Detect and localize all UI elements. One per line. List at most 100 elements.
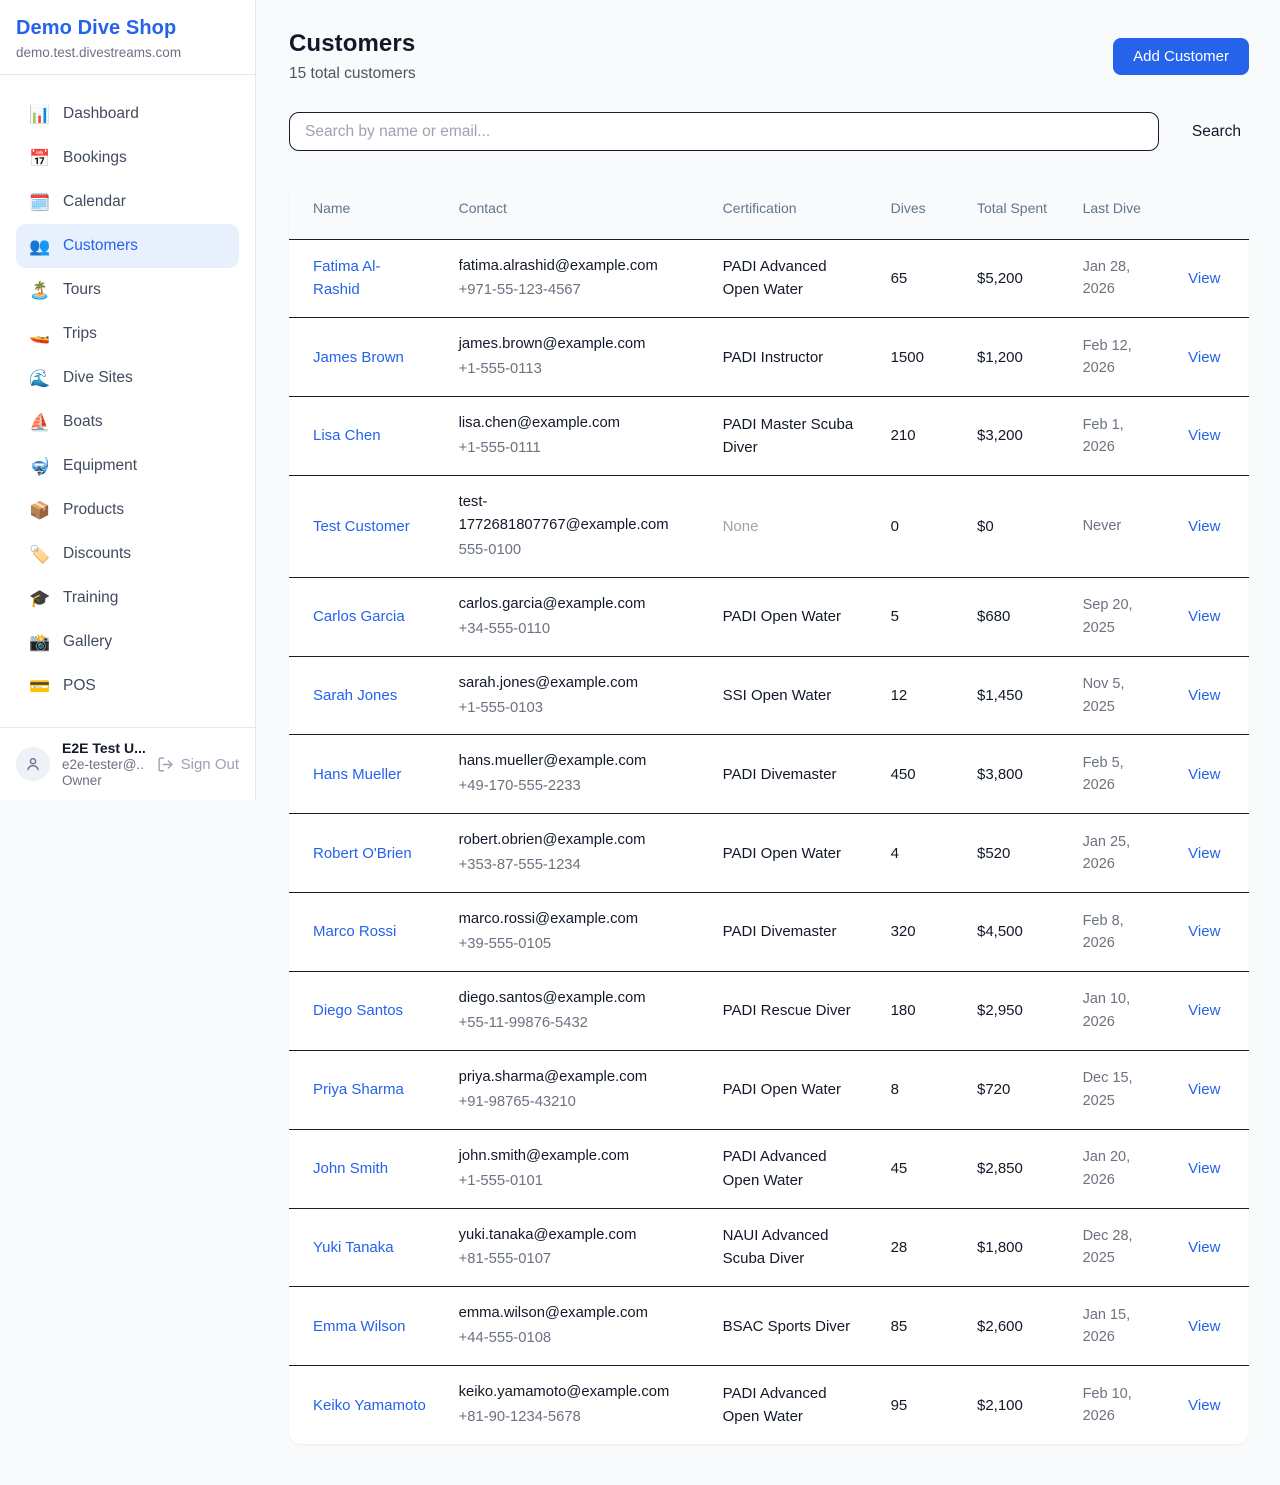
customer-name-link[interactable]: Carlos Garcia xyxy=(313,608,405,625)
table-row: Test Customer test-1772681807767@example… xyxy=(289,476,1249,578)
sidebar-item-tours[interactable]: 🏝️ Tours xyxy=(16,268,239,312)
customer-name-link[interactable]: Yuki Tanaka xyxy=(313,1239,394,1256)
customer-name-link[interactable]: Test Customer xyxy=(313,518,410,535)
customer-dives: 8 xyxy=(875,1050,961,1129)
customer-phone: 555-0100 xyxy=(459,539,691,562)
view-link[interactable]: View xyxy=(1188,766,1220,783)
sign-out-label: Sign Out xyxy=(181,756,239,773)
view-link[interactable]: View xyxy=(1188,427,1220,444)
sidebar-item-equipment[interactable]: 🤿 Equipment xyxy=(16,444,239,488)
customer-certification: SSI Open Water xyxy=(707,656,875,735)
sidebar-item-training[interactable]: 🎓 Training xyxy=(16,576,239,620)
customer-contact: keiko.yamamoto@example.com +81-90-1234-5… xyxy=(443,1366,707,1444)
main-content: Customers 15 total customers Add Custome… xyxy=(257,0,1280,1474)
sidebar-item-dive-sites[interactable]: 🌊 Dive Sites xyxy=(16,356,239,400)
sidebar-item-gallery[interactable]: 📸 Gallery xyxy=(16,620,239,664)
customer-phone: +39-555-0105 xyxy=(459,933,691,956)
customer-email: priya.sharma@example.com xyxy=(459,1066,691,1089)
table-row: Diego Santos diego.santos@example.com +5… xyxy=(289,972,1249,1051)
user-name: E2E Test U... xyxy=(62,740,145,756)
view-link[interactable]: View xyxy=(1188,270,1220,287)
search-button[interactable]: Search xyxy=(1184,123,1249,141)
sidebar-item-trips[interactable]: 🚤 Trips xyxy=(16,312,239,356)
table-row: Keiko Yamamoto keiko.yamamoto@example.co… xyxy=(289,1366,1249,1444)
add-customer-button[interactable]: Add Customer xyxy=(1113,38,1249,75)
view-link[interactable]: View xyxy=(1188,1081,1220,1098)
customer-certification: PADI Open Water xyxy=(707,814,875,893)
sidebar-user-section: E2E Test U... e2e-tester@... Owner Sign … xyxy=(0,727,255,800)
customer-phone: +49-170-555-2233 xyxy=(459,775,691,798)
customer-name-link[interactable]: Robert O'Brien xyxy=(313,845,412,862)
customer-name-link[interactable]: Fatima Al-Rashid xyxy=(313,258,381,298)
view-link[interactable]: View xyxy=(1188,845,1220,862)
customer-email: test-1772681807767@example.com xyxy=(459,491,691,537)
view-link[interactable]: View xyxy=(1188,349,1220,366)
customer-certification: BSAC Sports Diver xyxy=(707,1287,875,1366)
sign-out-button[interactable]: Sign Out xyxy=(157,756,239,773)
user-email: e2e-tester@... xyxy=(62,757,145,772)
customer-dives: 1500 xyxy=(875,318,961,397)
customer-name-link[interactable]: Lisa Chen xyxy=(313,427,381,444)
customer-email: emma.wilson@example.com xyxy=(459,1302,691,1325)
brand-domain: demo.test.divestreams.com xyxy=(16,45,239,60)
customer-certification: PADI Advanced Open Water xyxy=(707,1366,875,1444)
users-icon: 👥 xyxy=(29,238,51,255)
view-link[interactable]: View xyxy=(1188,1002,1220,1019)
customer-name-link[interactable]: John Smith xyxy=(313,1160,388,1177)
customer-dives: 450 xyxy=(875,735,961,814)
customer-name-link[interactable]: Priya Sharma xyxy=(313,1081,404,1098)
sidebar-item-customers[interactable]: 👥 Customers xyxy=(16,224,239,268)
sidebar-item-discounts[interactable]: 🏷️ Discounts xyxy=(16,532,239,576)
customer-email: sarah.jones@example.com xyxy=(459,672,691,695)
customer-contact: robert.obrien@example.com +353-87-555-12… xyxy=(443,814,707,893)
customer-total-spent: $3,200 xyxy=(961,397,1067,476)
calendar-icon: 📅 xyxy=(29,150,51,167)
package-icon: 📦 xyxy=(29,502,51,519)
view-link[interactable]: View xyxy=(1188,687,1220,704)
customer-contact: test-1772681807767@example.com 555-0100 xyxy=(443,476,707,578)
sidebar-item-bookings[interactable]: 📅 Bookings xyxy=(16,136,239,180)
sidebar-item-boats[interactable]: ⛵ Boats xyxy=(16,400,239,444)
page-title: Customers xyxy=(289,30,416,58)
customer-total-spent: $720 xyxy=(961,1050,1067,1129)
customer-contact: carlos.garcia@example.com +34-555-0110 xyxy=(443,577,707,656)
customer-email: fatima.alrashid@example.com xyxy=(459,255,691,278)
customer-dives: 210 xyxy=(875,397,961,476)
customer-certification: PADI Open Water xyxy=(707,577,875,656)
customer-dives: 28 xyxy=(875,1208,961,1287)
customer-certification: PADI Advanced Open Water xyxy=(707,1129,875,1208)
view-link[interactable]: View xyxy=(1188,1318,1220,1335)
view-link[interactable]: View xyxy=(1188,608,1220,625)
customer-name-link[interactable]: James Brown xyxy=(313,349,404,366)
customer-total-spent: $0 xyxy=(961,476,1067,578)
customer-contact: priya.sharma@example.com +91-98765-43210 xyxy=(443,1050,707,1129)
sidebar-item-dashboard[interactable]: 📊 Dashboard xyxy=(16,92,239,136)
sidebar-item-products[interactable]: 📦 Products xyxy=(16,488,239,532)
customer-name-link[interactable]: Hans Mueller xyxy=(313,766,401,783)
customer-name-link[interactable]: Marco Rossi xyxy=(313,923,396,940)
customer-email: john.smith@example.com xyxy=(459,1145,691,1168)
view-link[interactable]: View xyxy=(1188,1397,1220,1414)
credit-card-icon: 💳 xyxy=(29,678,51,695)
customer-name-link[interactable]: Emma Wilson xyxy=(313,1318,406,1335)
customer-email: carlos.garcia@example.com xyxy=(459,593,691,616)
view-link[interactable]: View xyxy=(1188,923,1220,940)
customer-total-spent: $2,100 xyxy=(961,1366,1067,1444)
sidebar-item-pos[interactable]: 💳 POS xyxy=(16,664,239,708)
customer-name-link[interactable]: Diego Santos xyxy=(313,1002,403,1019)
search-input[interactable] xyxy=(289,112,1159,151)
customer-name-link[interactable]: Keiko Yamamoto xyxy=(313,1397,426,1414)
customer-email: yuki.tanaka@example.com xyxy=(459,1224,691,1247)
view-link[interactable]: View xyxy=(1188,1239,1220,1256)
customer-total-spent: $520 xyxy=(961,814,1067,893)
customer-total-spent: $1,800 xyxy=(961,1208,1067,1287)
customer-last-dive: Never xyxy=(1067,476,1173,578)
brand-name: Demo Dive Shop xyxy=(16,17,239,40)
view-link[interactable]: View xyxy=(1188,1160,1220,1177)
sidebar-item-calendar[interactable]: 🗓️ Calendar xyxy=(16,180,239,224)
view-link[interactable]: View xyxy=(1188,518,1220,535)
customer-certification: PADI Advanced Open Water xyxy=(707,239,875,318)
customer-name-link[interactable]: Sarah Jones xyxy=(313,687,397,704)
customer-last-dive: Jan 20, 2026 xyxy=(1067,1129,1173,1208)
customer-last-dive: Feb 8, 2026 xyxy=(1067,893,1173,972)
